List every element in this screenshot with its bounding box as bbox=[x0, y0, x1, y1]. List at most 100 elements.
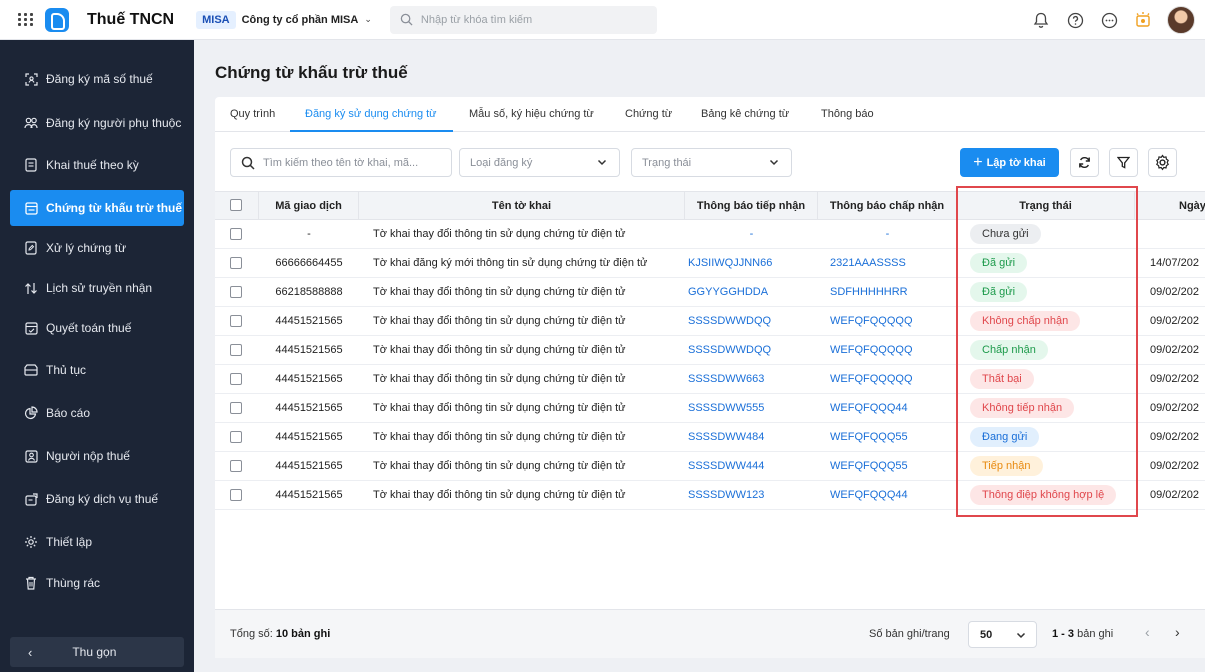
row-checkbox[interactable] bbox=[230, 315, 242, 327]
row-checkbox[interactable] bbox=[230, 344, 242, 356]
table-row[interactable]: 44451521565 Tờ khai thay đổi thông tin sử… bbox=[215, 336, 1205, 365]
row-checkbox[interactable] bbox=[230, 489, 242, 501]
receipt-notice-link[interactable]: SSSSDWW484 bbox=[685, 423, 818, 451]
date-cell: 09/02/202 bbox=[1150, 315, 1199, 327]
sidebar-item-procedures[interactable]: Thủ tục bbox=[10, 352, 184, 388]
table-row[interactable]: 66218588888 Tờ khai thay đổi thông tin sử… bbox=[215, 278, 1205, 307]
sidebar-item-withholding-certificates[interactable]: Chứng từ khấu trừ thuế bbox=[10, 190, 184, 226]
sidebar-item-reports[interactable]: Báo cáo bbox=[10, 395, 184, 431]
tab-usage-registration[interactable]: Đăng ký sử dụng chứng từ bbox=[305, 108, 437, 120]
table-row[interactable]: 44451521565 Tờ khai thay đổi thông tin sử… bbox=[215, 452, 1205, 481]
declaration-name-cell[interactable]: Tờ khai thay đổi thông tin sử dụng chứng… bbox=[373, 481, 683, 509]
table-row[interactable]: 66666664455 Tờ khai đăng ký mới thông tin… bbox=[215, 249, 1205, 278]
total-value: 10 bản ghi bbox=[275, 628, 331, 640]
person-card-icon bbox=[24, 449, 38, 463]
acceptance-notice-link[interactable]: WEFQFQQQ44 bbox=[818, 394, 957, 422]
table-row[interactable]: 44451521565 Tờ khai thay đổi thông tin sử… bbox=[215, 423, 1205, 452]
receipt-notice-link[interactable]: SSSSDWWDQQ bbox=[685, 336, 818, 364]
receipt-notice-link[interactable]: KJSIIWQJJNN66 bbox=[685, 249, 818, 277]
acceptance-notice-link[interactable]: 2321AAASSSS bbox=[818, 249, 957, 277]
bell-icon[interactable] bbox=[1031, 10, 1051, 30]
declaration-name-cell[interactable]: Tờ khai thay đổi thông tin sử dụng chứng… bbox=[373, 278, 683, 306]
receipt-notice-link[interactable]: - bbox=[685, 220, 818, 248]
tab-notifications[interactable]: Thông báo bbox=[821, 108, 874, 120]
row-checkbox[interactable] bbox=[230, 257, 242, 269]
acceptance-notice-link[interactable]: WEFQFQQQQQ bbox=[818, 336, 957, 364]
declaration-name-cell[interactable]: Tờ khai thay đổi thông tin sử dụng chứng… bbox=[373, 307, 683, 335]
acceptance-notice-link[interactable]: - bbox=[818, 220, 957, 248]
global-search-input[interactable]: Nhập từ khóa tìm kiếm bbox=[389, 5, 657, 34]
row-checkbox[interactable] bbox=[230, 373, 242, 385]
collapse-sidebar-button[interactable]: ‹ Thu gọn bbox=[10, 637, 184, 667]
registration-type-select[interactable]: Loại đăng ký bbox=[459, 148, 620, 177]
prev-page-button[interactable]: ‹ bbox=[1145, 624, 1150, 640]
status-select[interactable]: Trạng thái bbox=[631, 148, 792, 177]
table-row[interactable]: 44451521565 Tờ khai thay đổi thông tin sử… bbox=[215, 481, 1205, 510]
declaration-name-cell[interactable]: Tờ khai thay đổi thông tin sử dụng chứng… bbox=[373, 394, 683, 422]
sidebar-item-settings[interactable]: Thiết lập bbox=[10, 524, 184, 560]
refresh-button[interactable] bbox=[1070, 148, 1099, 177]
tab-certificates[interactable]: Chứng từ bbox=[625, 108, 672, 120]
table-settings-button[interactable] bbox=[1148, 148, 1177, 177]
sidebar-item-taxpayers[interactable]: Người nộp thuế bbox=[10, 438, 184, 474]
help-icon[interactable] bbox=[1065, 10, 1085, 30]
receipt-notice-link[interactable]: SSSSDWW555 bbox=[685, 394, 818, 422]
user-avatar[interactable] bbox=[1167, 6, 1195, 34]
table-row[interactable]: 44451521565 Tờ khai thay đổi thông tin sử… bbox=[215, 365, 1205, 394]
table-row[interactable]: - Tờ khai thay đổi thông tin sử dụng chứn… bbox=[215, 220, 1205, 249]
row-checkbox[interactable] bbox=[230, 228, 242, 240]
table-search-input[interactable]: Tìm kiếm theo tên tờ khai, mã... bbox=[230, 148, 452, 177]
declaration-name-cell[interactable]: Tờ khai thay đổi thông tin sử dụng chứng… bbox=[373, 220, 683, 248]
filter-button[interactable] bbox=[1109, 148, 1138, 177]
sidebar-item-trash[interactable]: Thùng rác bbox=[10, 565, 184, 601]
sidebar-item-process-certificates[interactable]: Xử lý chứng từ bbox=[10, 230, 184, 266]
row-checkbox[interactable] bbox=[230, 286, 242, 298]
sidebar-item-label: Thủ tục bbox=[46, 363, 87, 377]
declaration-name-cell[interactable]: Tờ khai thay đổi thông tin sử dụng chứng… bbox=[373, 365, 683, 393]
acceptance-notice-link[interactable]: WEFQFQQQ55 bbox=[818, 423, 957, 451]
receipt-notice-link[interactable]: SSSSDWW444 bbox=[685, 452, 818, 480]
sidebar-item-tax-code[interactable]: Đăng ký mã số thuế bbox=[10, 61, 184, 97]
receipt-notice-link[interactable]: SSSSDWW123 bbox=[685, 481, 818, 509]
sidebar-item-tax-service-registration[interactable]: Đăng ký dịch vụ thuế bbox=[10, 481, 184, 517]
receipt-notice-link[interactable]: SSSSDWWDQQ bbox=[685, 307, 818, 335]
status-cell: Không chấp nhận bbox=[970, 307, 1135, 335]
row-checkbox[interactable] bbox=[230, 402, 242, 414]
table-row[interactable]: 44451521565 Tờ khai thay đổi thông tin sử… bbox=[215, 307, 1205, 336]
declaration-name-cell[interactable]: Tờ khai thay đổi thông tin sử dụng chứng… bbox=[373, 452, 683, 480]
calendar-sun-icon[interactable] bbox=[1133, 10, 1153, 30]
sidebar-item-transmission-history[interactable]: Lịch sử truyền nhận bbox=[10, 270, 184, 306]
sidebar-item-label: Đăng ký mã số thuế bbox=[46, 72, 153, 86]
more-icon[interactable] bbox=[1099, 10, 1119, 30]
app-grid-icon[interactable] bbox=[17, 11, 35, 29]
acceptance-notice-link[interactable]: WEFQFQQQ44 bbox=[818, 481, 957, 509]
row-checkbox[interactable] bbox=[230, 460, 242, 472]
select-all-checkbox[interactable] bbox=[230, 199, 242, 211]
tab-templates-symbols[interactable]: Mẫu số, ký hiệu chứng từ bbox=[469, 108, 594, 120]
receipt-notice-link[interactable]: GGYYGGHDDA bbox=[685, 278, 818, 306]
tab-process[interactable]: Quy trình bbox=[230, 108, 275, 120]
sidebar-item-tax-settlement[interactable]: Quyết toán thuế bbox=[10, 310, 184, 346]
acceptance-notice-link[interactable]: WEFQFQQQQQ bbox=[818, 365, 957, 393]
declaration-name-cell[interactable]: Tờ khai thay đổi thông tin sử dụng chứng… bbox=[373, 423, 683, 451]
receipt-notice-link[interactable]: SSSSDWW663 bbox=[685, 365, 818, 393]
sidebar-item-periodic-declaration[interactable]: Khai thuế theo kỳ bbox=[10, 147, 184, 183]
gear-icon bbox=[1156, 154, 1169, 171]
search-icon bbox=[241, 156, 255, 170]
row-checkbox[interactable] bbox=[230, 431, 242, 443]
refresh-icon bbox=[1079, 157, 1090, 168]
create-declaration-button[interactable]: + Lập tờ khai bbox=[960, 148, 1059, 177]
sidebar-item-dependents[interactable]: Đăng ký người phụ thuộc bbox=[10, 105, 184, 141]
declaration-name-cell[interactable]: Tờ khai thay đổi thông tin sử dụng chứng… bbox=[373, 336, 683, 364]
declaration-name-cell[interactable]: Tờ khai đăng ký mới thông tin sử dụng ch… bbox=[373, 249, 683, 277]
record-range: 1 - 3 bản ghi bbox=[1052, 628, 1113, 640]
acceptance-notice-link[interactable]: WEFQFQQQ55 bbox=[818, 452, 957, 480]
status-badge: Tiếp nhận bbox=[970, 456, 1043, 476]
per-page-select[interactable]: 50 bbox=[968, 621, 1037, 648]
company-selector[interactable]: MISA Công ty cổ phần MISA ⌄ bbox=[196, 8, 372, 32]
acceptance-notice-link[interactable]: WEFQFQQQQQ bbox=[818, 307, 957, 335]
next-page-button[interactable]: › bbox=[1175, 624, 1180, 640]
tab-certificate-list[interactable]: Bảng kê chứng từ bbox=[701, 108, 789, 120]
table-row[interactable]: 44451521565 Tờ khai thay đổi thông tin sử… bbox=[215, 394, 1205, 423]
acceptance-notice-link[interactable]: SDFHHHHHRR bbox=[818, 278, 957, 306]
